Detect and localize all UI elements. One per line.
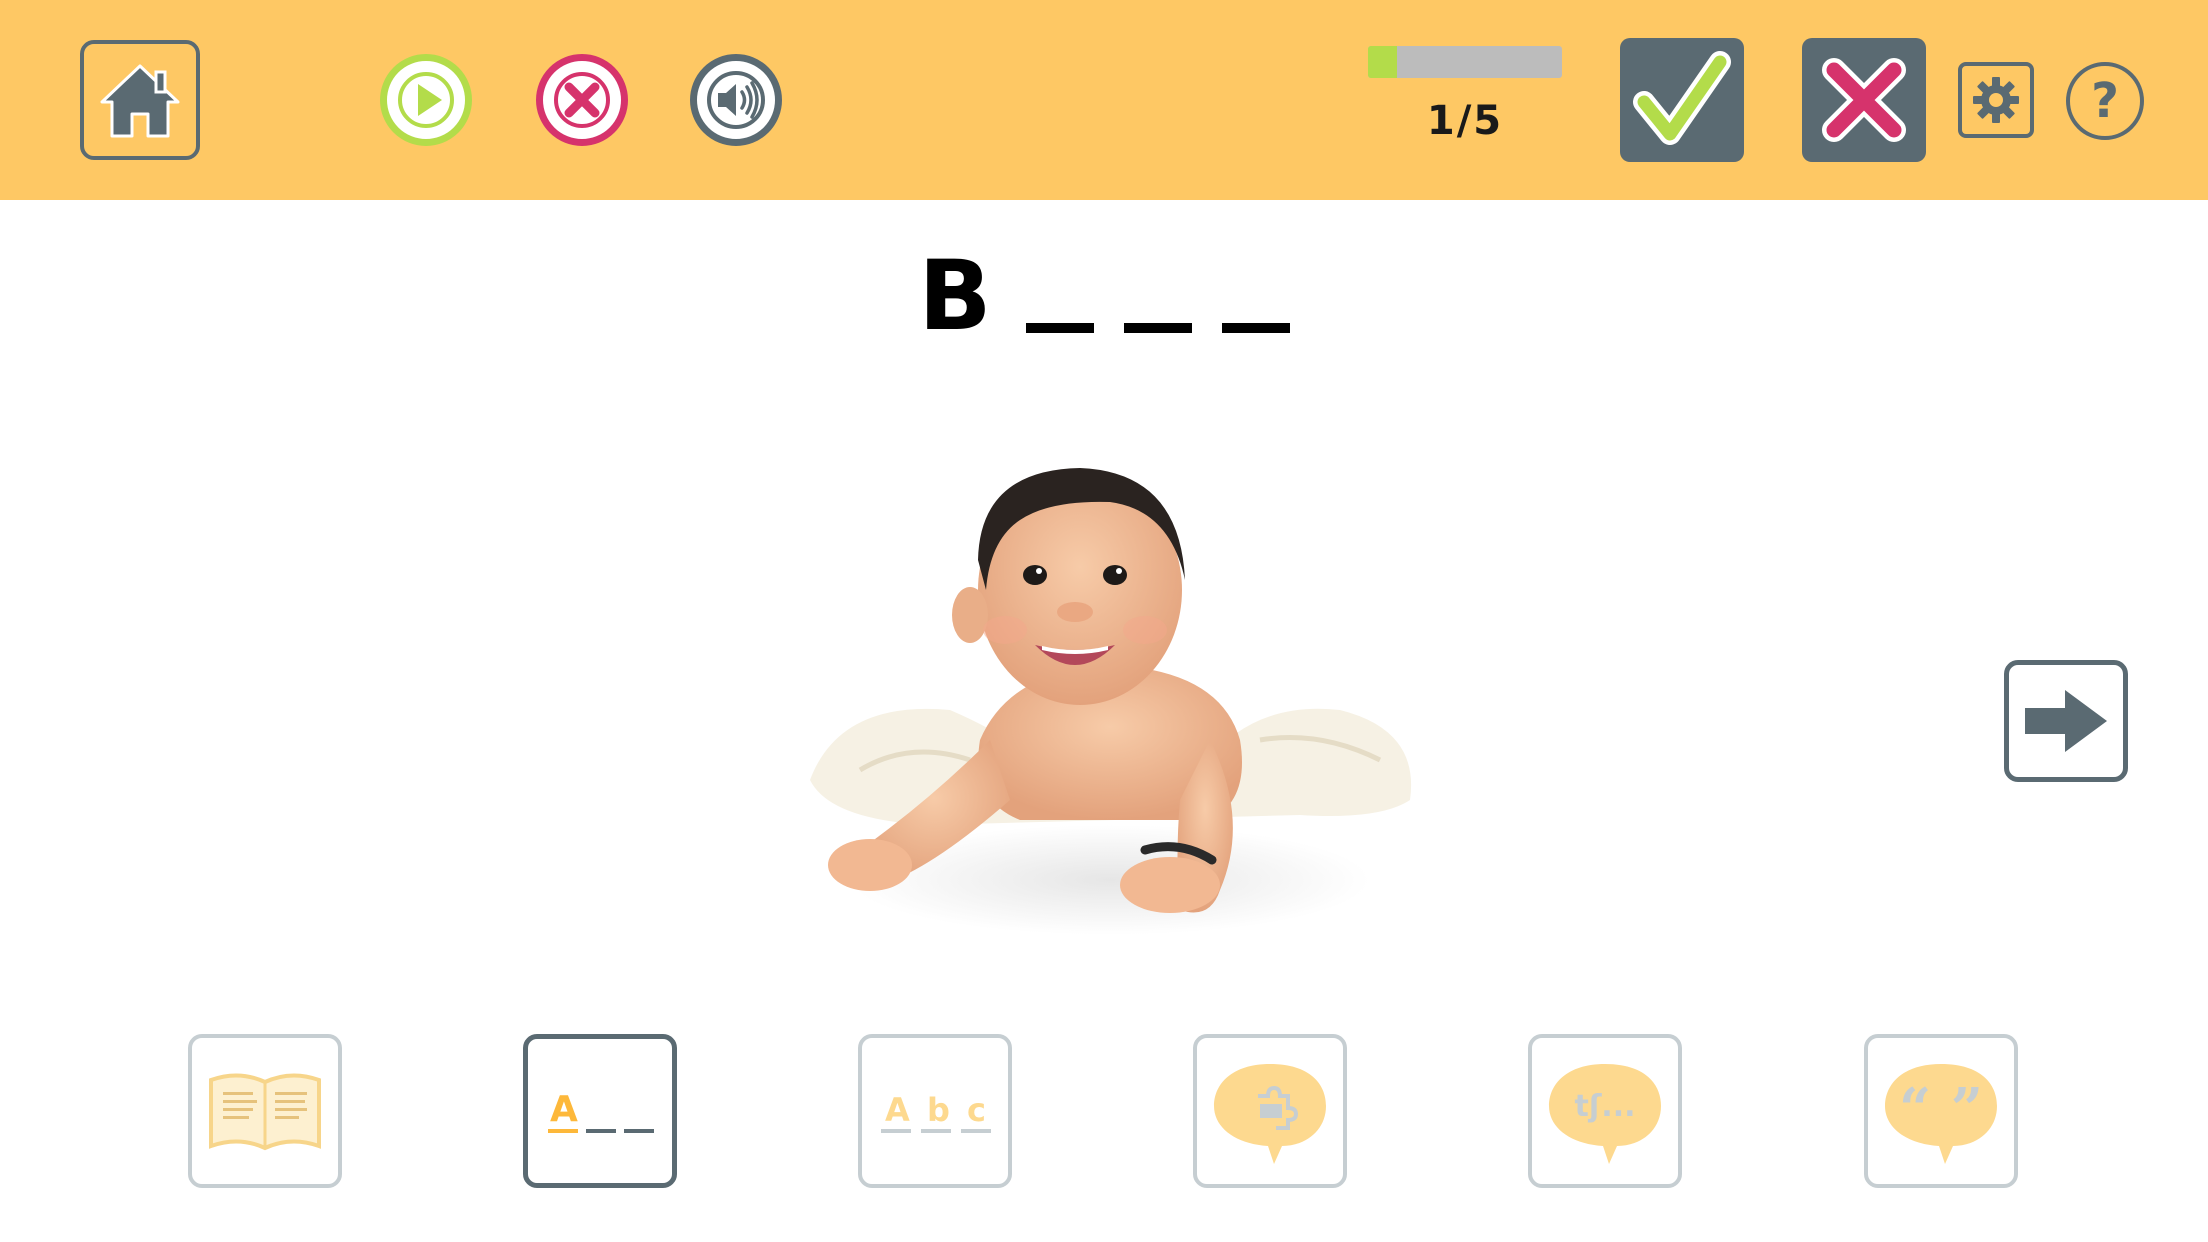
cancel-button[interactable] [536,54,628,146]
mode-quote-button[interactable]: “ ” [1864,1034,2018,1188]
quote-label: “ ” [1899,1076,1983,1142]
letter-blank [1025,323,1094,333]
progress-bar [1368,46,1562,78]
arrow-right-icon [2025,690,2107,752]
checkmark-icon [1633,51,1731,145]
phonetic-bubble-icon: tʃ... [1549,1064,1661,1164]
cancel-circle-icon [554,72,610,128]
quote-bubble-icon: “ ” [1885,1064,1997,1164]
correct-button[interactable] [1620,38,1744,162]
mode-letters-button[interactable]: Abc [858,1034,1012,1188]
letter-blank [1123,323,1192,333]
question-icon: ? [2091,73,2119,129]
mode-first-letter-button[interactable]: A [523,1034,677,1188]
svg-text:A: A [885,1091,910,1129]
mode-puzzle-button[interactable] [1193,1034,1347,1188]
book-icon [209,1073,321,1151]
play-icon [398,72,454,128]
home-button[interactable] [80,40,200,160]
letter-blank [1221,323,1290,333]
progress-counter: 1/5 [1426,98,1504,144]
next-button[interactable] [2004,660,2128,782]
mode-phonetic-button[interactable]: tʃ... [1528,1034,1682,1188]
cross-icon [1822,58,1906,142]
progress-fill [1368,46,1398,78]
svg-text:b: b [927,1091,950,1129]
mode-definition-button[interactable] [188,1034,342,1188]
sound-button[interactable] [690,54,782,146]
letters-icon: Abc [881,1091,991,1133]
puzzle-bubble-icon [1214,1064,1326,1164]
wrong-button[interactable] [1802,38,1926,162]
word-prompt: B [0,240,2208,352]
svg-text:A: A [550,1089,578,1130]
gear-icon [1973,77,2019,123]
settings-button[interactable] [1958,62,2034,138]
home-icon [100,64,180,138]
speaker-icon [707,71,765,129]
svg-text:c: c [967,1091,986,1129]
phonetic-label: tʃ... [1575,1089,1636,1124]
first-letter-icon: A [548,1089,654,1133]
baby-photo [780,440,1440,960]
first-letter: B [918,240,996,352]
help-button[interactable]: ? [2066,62,2144,140]
play-button[interactable] [380,54,472,146]
